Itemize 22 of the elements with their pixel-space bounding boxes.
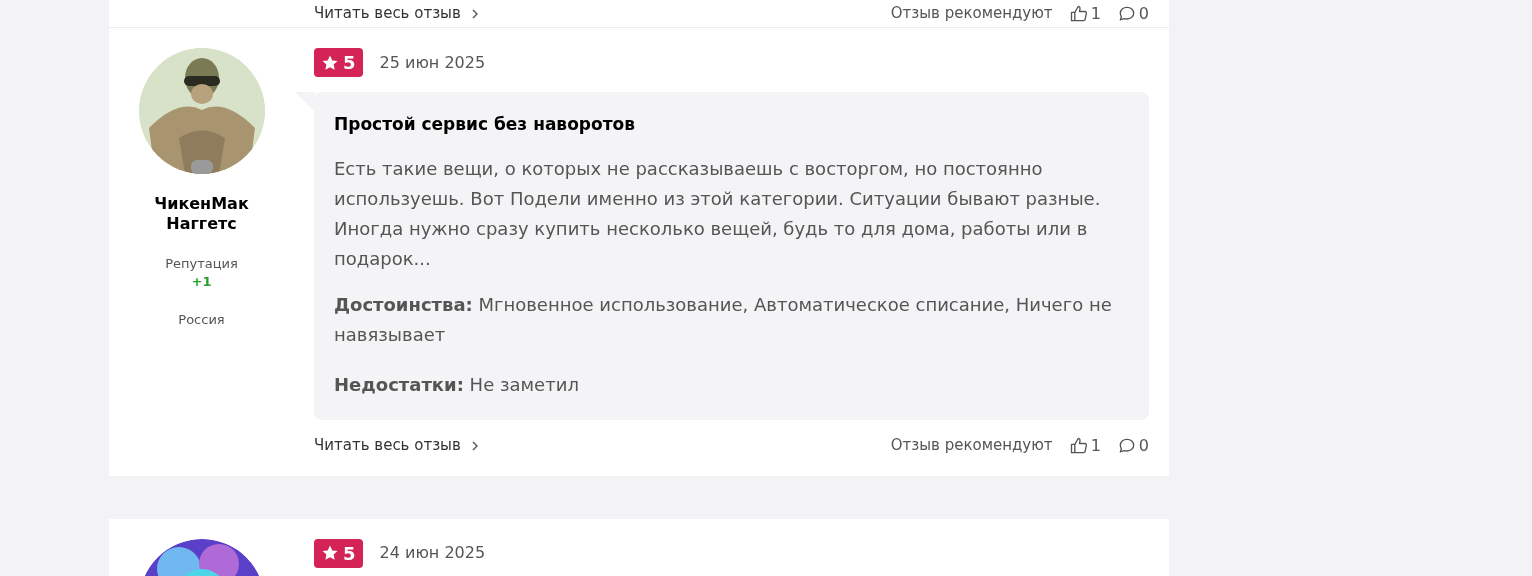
- comments-button[interactable]: 0: [1116, 1, 1149, 26]
- cons-text: Недостатки: Не заметил: [334, 372, 580, 397]
- review-title[interactable]: Простой сервис без наворотов: [334, 112, 1129, 138]
- review-text: Есть такие вещи, о которых не рассказываешь с восторгом, но постоянно используешь. Вот Подели именно из этой категории. Ситуации бывают разные. Иногда нужно сразу купить несколько вещей, будь то для дома, работы или в подарок...: [334, 156, 1102, 271]
- rating-badge: 5: [314, 538, 363, 568]
- pros-text: Достоинства: Мгновенное использование, Автоматическое списание, Ничего не навязывает: [334, 292, 1113, 347]
- review-date: 25 июн 2025: [379, 51, 486, 74]
- like-button[interactable]: 1: [1068, 1, 1101, 26]
- thumbs-up-icon: [1068, 435, 1089, 456]
- country-label: Россия: [178, 310, 225, 329]
- author-name[interactable]: ЧикенМак Наггетс: [146, 194, 257, 234]
- thumbs-up-icon: [1068, 3, 1089, 24]
- reputation-value: +1: [191, 273, 212, 290]
- rating-badge: 5: [314, 48, 363, 77]
- read-more-link[interactable]: Читать весь отзыв: [314, 434, 481, 457]
- comments-button[interactable]: 0: [1116, 433, 1149, 458]
- review-date: 24 июн 2025: [379, 542, 486, 564]
- recommend-label: Отзыв рекомендуют: [890, 435, 1053, 457]
- recommend-label: Отзыв рекомендуют: [890, 3, 1053, 25]
- like-button[interactable]: 1: [1068, 433, 1101, 458]
- read-more-link[interactable]: Читать весь отзыв: [314, 2, 481, 25]
- reputation-label: Репутация: [165, 255, 238, 273]
